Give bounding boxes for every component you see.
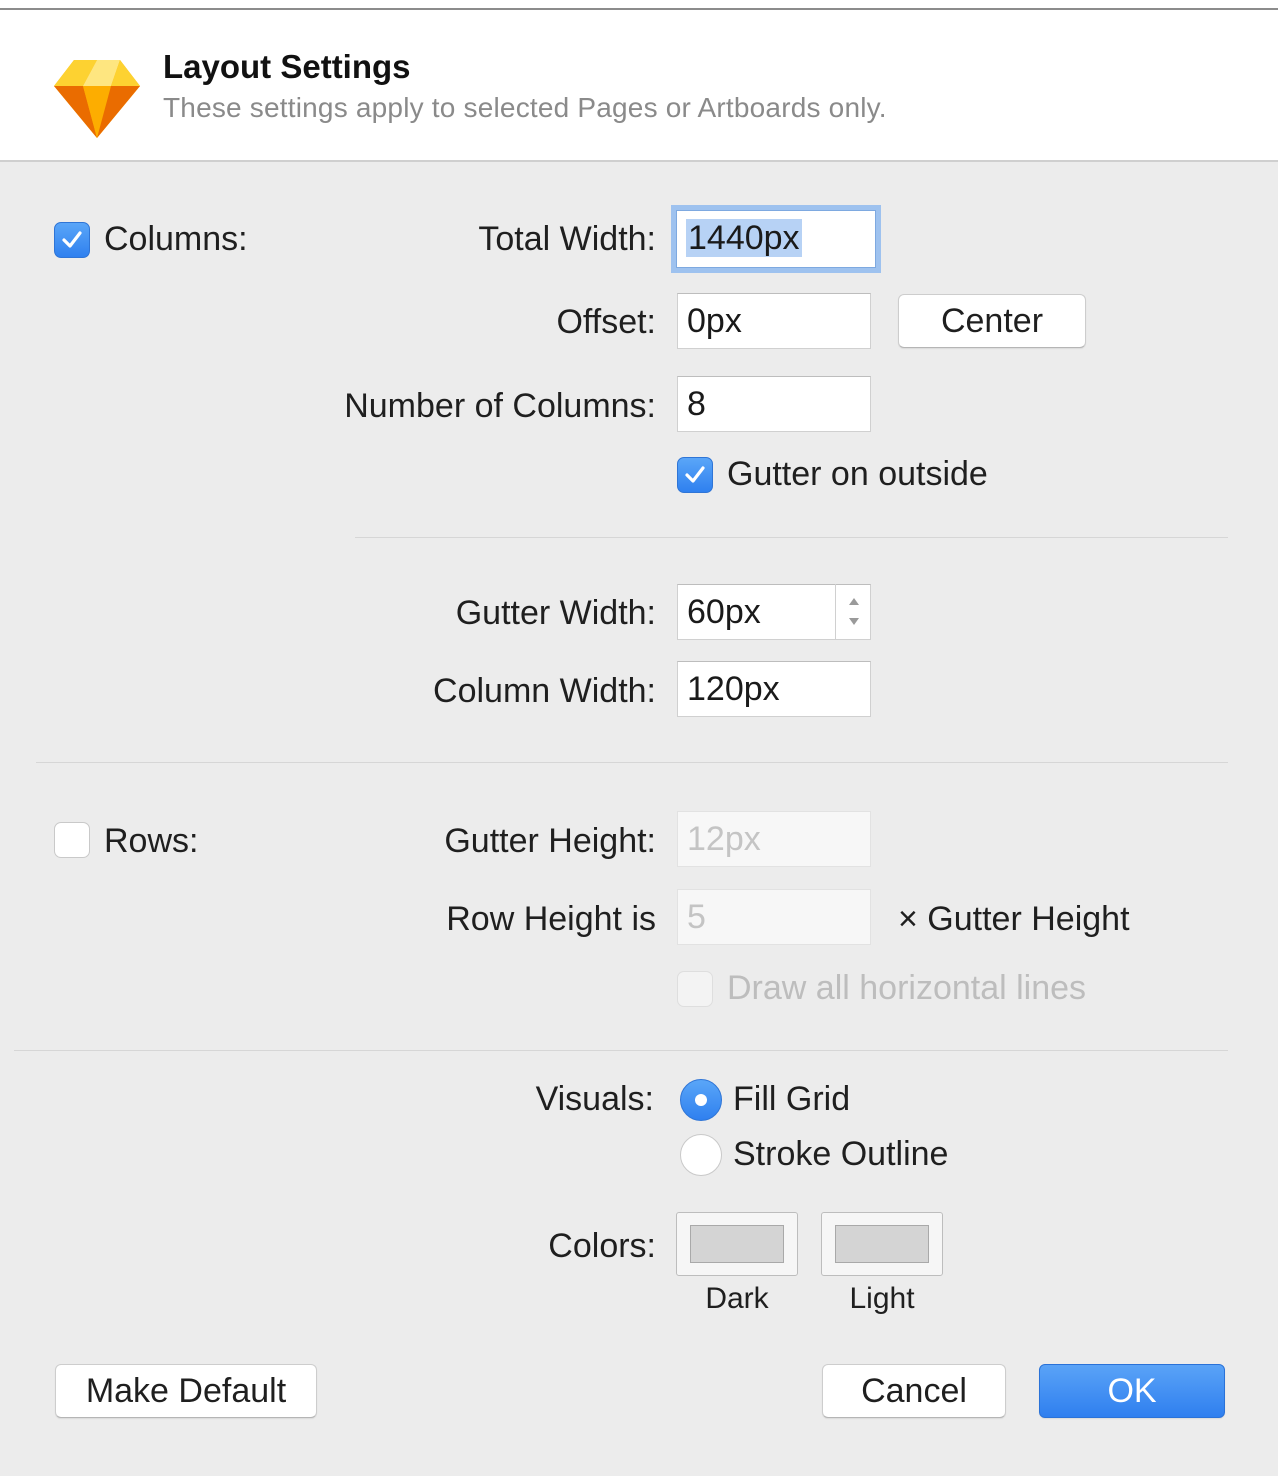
- dark-color-well[interactable]: [676, 1212, 798, 1276]
- offset-label: Offset:: [556, 303, 656, 341]
- cancel-button[interactable]: Cancel: [822, 1364, 1006, 1418]
- fill-grid-radio[interactable]: [680, 1079, 722, 1121]
- checkmark-icon: [62, 231, 82, 248]
- colors-label: Colors:: [548, 1227, 656, 1265]
- section-divider-rows-visuals: [14, 1050, 1228, 1051]
- light-color-swatch: [835, 1225, 929, 1263]
- checkmark-icon: [685, 466, 705, 483]
- columns-label: Columns:: [104, 220, 248, 258]
- light-color-label: Light: [849, 1282, 915, 1315]
- row-height-suffix: × Gutter Height: [898, 900, 1130, 938]
- make-default-button[interactable]: Make Default: [55, 1364, 317, 1418]
- columns-checkbox[interactable]: [54, 222, 90, 258]
- gutter-outside-label: Gutter on outside: [727, 455, 988, 493]
- stepper-down-icon[interactable]: [849, 618, 859, 625]
- number-of-columns-field[interactable]: 8: [677, 376, 871, 432]
- row-height-label: Row Height is: [446, 900, 656, 938]
- gutter-outside-checkbox[interactable]: [677, 457, 713, 493]
- row-height-field[interactable]: 5: [677, 889, 871, 945]
- dialog-subtitle: These settings apply to selected Pages o…: [163, 92, 887, 123]
- visuals-label: Visuals:: [535, 1080, 654, 1118]
- settings-panel: [0, 162, 1278, 1476]
- number-of-columns-label: Number of Columns:: [344, 387, 656, 425]
- dark-color-swatch: [690, 1225, 784, 1263]
- columns-inner-divider: [355, 537, 1228, 538]
- gutter-height-field[interactable]: 12px: [677, 811, 871, 867]
- total-width-value: 1440px: [686, 219, 802, 257]
- dark-color-label: Dark: [705, 1282, 769, 1315]
- center-button[interactable]: Center: [898, 294, 1086, 348]
- draw-lines-checkbox[interactable]: [677, 971, 713, 1007]
- stepper-up-icon[interactable]: [849, 598, 859, 605]
- rows-checkbox[interactable]: [54, 822, 90, 858]
- light-color-well[interactable]: [821, 1212, 943, 1276]
- dialog-title: Layout Settings: [163, 48, 411, 85]
- stroke-outline-radio[interactable]: [680, 1134, 722, 1176]
- gutter-width-label: Gutter Width:: [455, 594, 656, 632]
- sketch-diamond-icon: [54, 60, 140, 138]
- ok-button[interactable]: OK: [1039, 1364, 1225, 1418]
- gutter-width-value: 60px: [687, 593, 761, 631]
- offset-field[interactable]: 0px: [677, 293, 871, 349]
- gutter-width-stepper[interactable]: [835, 584, 871, 640]
- column-width-field[interactable]: 120px: [677, 661, 871, 717]
- fill-grid-label: Fill Grid: [733, 1080, 851, 1118]
- total-width-field[interactable]: 1440px: [676, 210, 876, 268]
- stroke-outline-label: Stroke Outline: [733, 1135, 949, 1173]
- total-width-label: Total Width:: [478, 220, 656, 258]
- dialog-header: Layout Settings These settings apply to …: [0, 10, 1278, 160]
- section-divider-columns-rows: [36, 762, 1228, 763]
- rows-label: Rows:: [104, 822, 199, 860]
- gutter-height-label: Gutter Height:: [444, 822, 656, 860]
- column-width-label: Column Width:: [433, 672, 656, 710]
- draw-lines-label: Draw all horizontal lines: [727, 969, 1087, 1007]
